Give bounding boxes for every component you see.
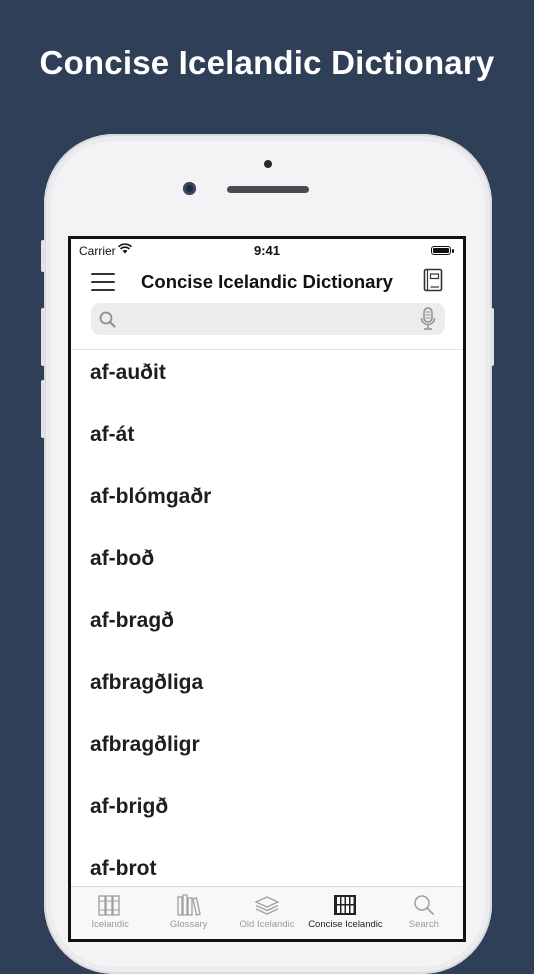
word-list: af-auðit af-át af-blómgaðr af-boð af-bra… [71,350,463,908]
tab-bar: Icelandic Glossary Old Icelandic Concise… [71,886,463,939]
book-icon[interactable] [423,268,443,297]
list-item[interactable]: af-át [71,412,463,474]
book-shelf-icon [176,894,201,916]
magnifier-icon [99,311,116,333]
layers-icon [254,896,280,915]
proximity-sensor [264,160,272,168]
tab-label: Glossary [169,919,208,930]
mute-switch [41,240,45,272]
tab-icelandic[interactable]: Icelandic [71,887,149,939]
books-icon [98,895,120,916]
list-item[interactable]: af-brigð [71,784,463,846]
earpiece-speaker [227,186,309,193]
tab-search[interactable]: Search [385,887,463,939]
promo-headline: Concise Icelandic Dictionary [39,44,495,81]
tab-glossary[interactable]: Glossary [149,887,227,939]
status-bar: Carrier 9:41 [71,239,463,263]
page-title: Concise Icelandic Dictionary [141,271,393,292]
front-camera [183,182,196,195]
volume-down-button [41,380,45,438]
search-bar[interactable] [91,303,445,335]
tab-label: Concise Icelandic [308,919,383,930]
list-item[interactable]: af-blómgaðr [71,474,463,536]
search-icon [414,895,434,915]
list-item[interactable]: af-boð [71,536,463,598]
list-item[interactable]: af-bragð [71,598,463,660]
tab-label: Old Icelandic [239,919,295,930]
microphone-icon[interactable] [420,307,436,336]
tab-concise-icelandic[interactable]: Concise Icelandic [306,887,384,939]
navigation-bar: Concise Icelandic Dictionary [71,263,463,301]
search-input[interactable] [123,307,407,333]
tab-label: Search [408,919,439,930]
dictionary-shelf-icon [334,895,357,915]
list-item[interactable]: af-auðit [71,350,463,412]
list-item[interactable]: afbragðliga [71,660,463,722]
battery-icon [431,246,454,255]
volume-up-button [41,308,45,366]
app-screen: Carrier 9:41 Concise Icelandic Dictionar… [68,236,466,942]
power-button [490,308,494,366]
tab-old-icelandic[interactable]: Old Icelandic [228,887,306,939]
tab-label: Icelandic [91,919,129,930]
list-item[interactable]: afbragðligr [71,722,463,784]
status-time: 9:41 [253,243,281,258]
